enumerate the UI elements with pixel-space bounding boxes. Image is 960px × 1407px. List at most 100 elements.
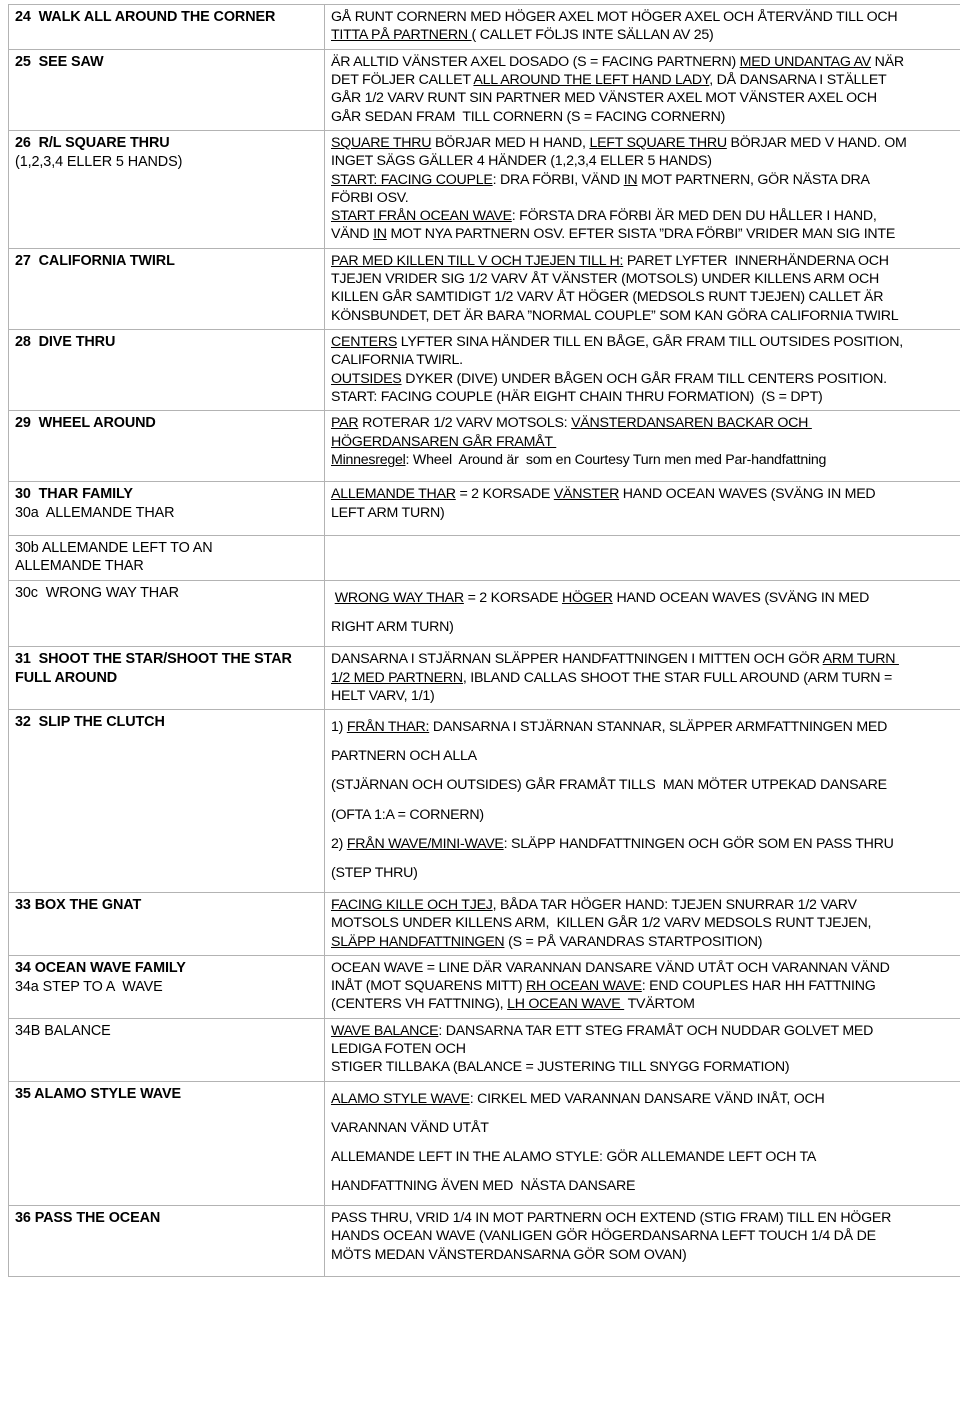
text-run: (STJÄRNAN OCH OUTSIDES) GÅR FRAMÅT TILLS… xyxy=(331,777,887,794)
call-term-cell: 30 THAR FAMILY 30a ALLEMANDE THAR xyxy=(8,481,325,536)
text-run: 1) xyxy=(331,719,347,736)
emphasis-underline: LH OCEAN WAVE xyxy=(507,996,625,1013)
table-row: 31 SHOOT THE STAR/SHOOT THE STAR FULL ARO… xyxy=(8,646,960,711)
call-term-line: 30 THAR FAMILY xyxy=(15,486,133,503)
calls-table-body: 24 WALK ALL AROUND THE CORNER GÅ RUNT COR… xyxy=(8,4,960,1278)
emphasis-underline: IN xyxy=(373,226,387,243)
call-description-line: HANDFATTNING ÄVEN MED NÄSTA DANSARE xyxy=(331,1172,960,1201)
emphasis-underline: IN xyxy=(623,171,638,188)
call-term-line: 34a STEP TO A WAVE xyxy=(15,978,163,995)
emphasis-underline: ALAMO STYLE WAVE xyxy=(331,1090,470,1107)
text-run: START: FACING COUPLE (HÄR EIGHT CHAIN TH… xyxy=(331,388,823,405)
call-description-line: MÖTS MEDAN VÄNSTERDANSARNA GÖR SOM OVAN) xyxy=(331,1246,960,1264)
call-term-cell: 32 SLIP THE CLUTCH xyxy=(8,709,325,893)
call-description-cell: OCEAN WAVE = LINE DÄR VARANNAN DANSARE V… xyxy=(324,954,960,1019)
emphasis-underline: TITTA PÅ PARTNERN xyxy=(331,27,472,44)
call-description-cell: ALAMO STYLE WAVE: CIRKEL MED VARANNAN DA… xyxy=(324,1080,960,1207)
text-run: (STEP THRU) xyxy=(331,864,418,881)
emphasis-underline: PAR xyxy=(331,415,359,432)
text-run: KÖNSBUNDET, DET ÄR BARA ”NORMAL COUPLE” … xyxy=(331,307,899,324)
call-description-line: GÅR SEDAN FRAM TILL CORNERN (S = FACING … xyxy=(331,108,960,126)
text-run: GÅR SEDAN FRAM TILL CORNERN (S = FACING … xyxy=(331,108,726,125)
call-term-cell: 26 R/L SQUARE THRU (1,2,3,4 ELLER 5 HANDS… xyxy=(8,129,325,249)
call-description-cell: DANSARNA I STJÄRNAN SLÄPPER HANDFATTNING… xyxy=(324,646,960,711)
call-description-line: ALLEMANDE THAR = 2 KORSADE VÄNSTER HAND … xyxy=(331,485,960,503)
text-run: RIGHT ARM TURN) xyxy=(331,619,454,636)
call-description-line: SQUARE THRU BÖRJAR MED H HAND, LEFT SQUA… xyxy=(331,134,960,152)
emphasis-underline: 1/2 MED PARTNERN, xyxy=(331,669,467,686)
call-description-line: TITTA PÅ PARTNERN ( CALLET FÖLJS INTE SÄ… xyxy=(331,26,960,44)
text-run: ALLEMANDE LEFT IN THE ALAMO STYLE: GÖR A… xyxy=(331,1148,817,1165)
call-description-line: (STJÄRNAN OCH OUTSIDES) GÅR FRAMÅT TILLS… xyxy=(331,771,960,800)
call-description-line: FÖRBI OSV. xyxy=(331,189,960,207)
text-run: (CENTERS VH FATTNING), xyxy=(331,996,508,1013)
table-row: 34 OCEAN WAVE FAMILY 34a STEP TO A WAVE OC… xyxy=(8,954,960,1019)
emphasis-underline: LEFT SQUARE THRU xyxy=(589,134,727,151)
emphasis-underline: PAR MED KILLEN TILL V OCH TJEJEN TILL H: xyxy=(331,252,624,269)
text-run: PARTNERN OCH ALLA xyxy=(331,748,477,765)
text-run: (OFTA 1:A = CORNERN) xyxy=(331,806,484,823)
calls-table: 24 WALK ALL AROUND THE CORNER GÅ RUNT COR… xyxy=(8,4,960,1278)
call-description-line: LEDIGA FOTEN OCH xyxy=(331,1040,960,1058)
text-run: NÄR xyxy=(870,53,904,70)
call-term-cell: 34 OCEAN WAVE FAMILY 34a STEP TO A WAVE xyxy=(8,954,325,1019)
table-row: 28 DIVE THRU CENTERS LYFTER SINA HÄNDER T… xyxy=(8,328,960,412)
call-description-line: KILLEN GÅR SAMTIDIGT 1/2 VARV ÅT HÖGER (… xyxy=(331,288,960,306)
call-term-line: 33 BOX THE GNAT xyxy=(15,896,142,913)
text-run: MOT NYA PARTNERN OSV. EFTER SISTA ”DRA F… xyxy=(386,226,896,243)
call-description-line: Minnesregel: Wheel Around är som en Cour… xyxy=(331,451,960,469)
call-term-line: 26 R/L SQUARE THRU xyxy=(15,134,170,151)
emphasis-underline: FRÅN WAVE/MINI-WAVE xyxy=(346,835,504,852)
text-run: CALIFORNIA TWIRL. xyxy=(331,352,463,369)
table-row: 30 THAR FAMILY 30a ALLEMANDE THAR ALLEMAND… xyxy=(8,481,960,536)
emphasis-underline: SQUARE THRU xyxy=(331,134,432,151)
table-row: 33 BOX THE GNAT FACING KILLE OCH TJEJ, BÅ… xyxy=(8,891,960,956)
call-description-line: START: FACING COUPLE: DRA FÖRBI, VÄND IN… xyxy=(331,171,960,189)
text-run: , DÅ DANSARNA I STÄLLET xyxy=(709,71,887,88)
text-run: HAND OCEAN WAVES (SVÄNG IN MED xyxy=(619,486,876,503)
call-description-cell: CENTERS LYFTER SINA HÄNDER TILL EN BÅGE,… xyxy=(324,328,960,412)
table-row: 25 SEE SAW ÄR ALLTID VÄNSTER AXEL DOSADO … xyxy=(8,48,960,131)
text-run: TJEJEN VRIDER SIG 1/2 VARV ÅT VÄNSTER (M… xyxy=(331,271,880,288)
call-description-line: VÄND IN MOT NYA PARTNERN OSV. EFTER SIST… xyxy=(331,225,960,243)
call-description-cell: GÅ RUNT CORNERN MED HÖGER AXEL MOT HÖGER… xyxy=(324,4,960,50)
call-term-line: 24 WALK ALL AROUND THE CORNER xyxy=(15,9,276,25)
call-description-line: GÅR 1/2 VARV RUNT SIN PARTNER MED VÄNSTE… xyxy=(331,89,960,107)
call-description-cell: SQUARE THRU BÖRJAR MED H HAND, LEFT SQUA… xyxy=(324,129,960,249)
text-run: DET FÖLJER CALLET xyxy=(331,71,474,88)
call-description-line: PAR ROTERAR 1/2 VARV MOTSOLS: VÄNSTERDAN… xyxy=(331,414,960,432)
text-run: LEDIGA FOTEN OCH xyxy=(331,1041,466,1058)
call-term-line: FULL AROUND xyxy=(15,670,118,686)
call-description-line: START: FACING COUPLE (HÄR EIGHT CHAIN TH… xyxy=(331,388,960,406)
call-description-line: KÖNSBUNDET, DET ÄR BARA ”NORMAL COUPLE” … xyxy=(331,307,960,325)
text-run: MOT PARTNERN, GÖR NÄSTA DRA xyxy=(637,171,870,188)
emphasis-underline: WRONG WAY THAR xyxy=(334,590,464,607)
emphasis-underline: RH OCEAN WAVE xyxy=(526,978,642,995)
emphasis-underline: VÄNSTER xyxy=(553,486,620,503)
call-description-line: PAR MED KILLEN TILL V OCH TJEJEN TILL H:… xyxy=(331,252,960,270)
table-row: 29 WHEEL AROUND PAR ROTERAR 1/2 VARV MOTS… xyxy=(8,410,960,483)
call-term-line: 27 CALIFORNIA TWIRL xyxy=(15,252,175,269)
call-description-line: HÖGERDANSAREN GÅR FRAMÅT xyxy=(331,433,960,451)
call-description-line: RIGHT ARM TURN) xyxy=(331,613,960,642)
emphasis-underline: OUTSIDES xyxy=(331,370,402,387)
call-term-cell: 24 WALK ALL AROUND THE CORNER xyxy=(8,4,325,50)
emphasis-underline: CENTERS xyxy=(331,334,398,350)
call-description-line: 1/2 MED PARTNERN, IBLAND CALLAS SHOOT TH… xyxy=(331,669,960,687)
call-term-cell: 30b ALLEMANDE LEFT TO AN ALLEMANDE THAR xyxy=(8,534,325,582)
call-description-line: OUTSIDES DYKER (DIVE) UNDER BÅGEN OCH GÅ… xyxy=(331,370,960,388)
call-description-line: MOTSOLS UNDER KILLENS ARM, KILLEN GÅR 1/… xyxy=(331,914,960,932)
text-run: : Wheel Around är som en Courtesy Turn m… xyxy=(405,451,827,468)
text-run: = 2 KORSADE xyxy=(463,590,562,607)
call-description-line: FACING KILLE OCH TJEJ, BÅDA TAR HÖGER HA… xyxy=(331,896,960,914)
call-term-cell: 25 SEE SAW xyxy=(8,48,325,131)
table-row: 36 PASS THE OCEAN PASS THRU, VRID 1/4 IN … xyxy=(8,1205,960,1278)
text-run: = 2 KORSADE xyxy=(455,486,554,503)
text-run: GÅ RUNT CORNERN MED HÖGER AXEL MOT HÖGER… xyxy=(331,9,898,25)
call-description-cell xyxy=(324,534,960,582)
emphasis-underline: ALL AROUND THE LEFT HAND LADY xyxy=(473,71,710,88)
call-description-line: ALAMO STYLE WAVE: CIRKEL MED VARANNAN DA… xyxy=(331,1085,960,1114)
empty-cell xyxy=(331,539,960,557)
text-run: : FÖRSTA DRA FÖRBI ÄR MED DEN DU HÅLLER … xyxy=(511,208,877,225)
text-run: DYKER (DIVE) UNDER BÅGEN OCH GÅR FRAM TI… xyxy=(401,370,887,387)
